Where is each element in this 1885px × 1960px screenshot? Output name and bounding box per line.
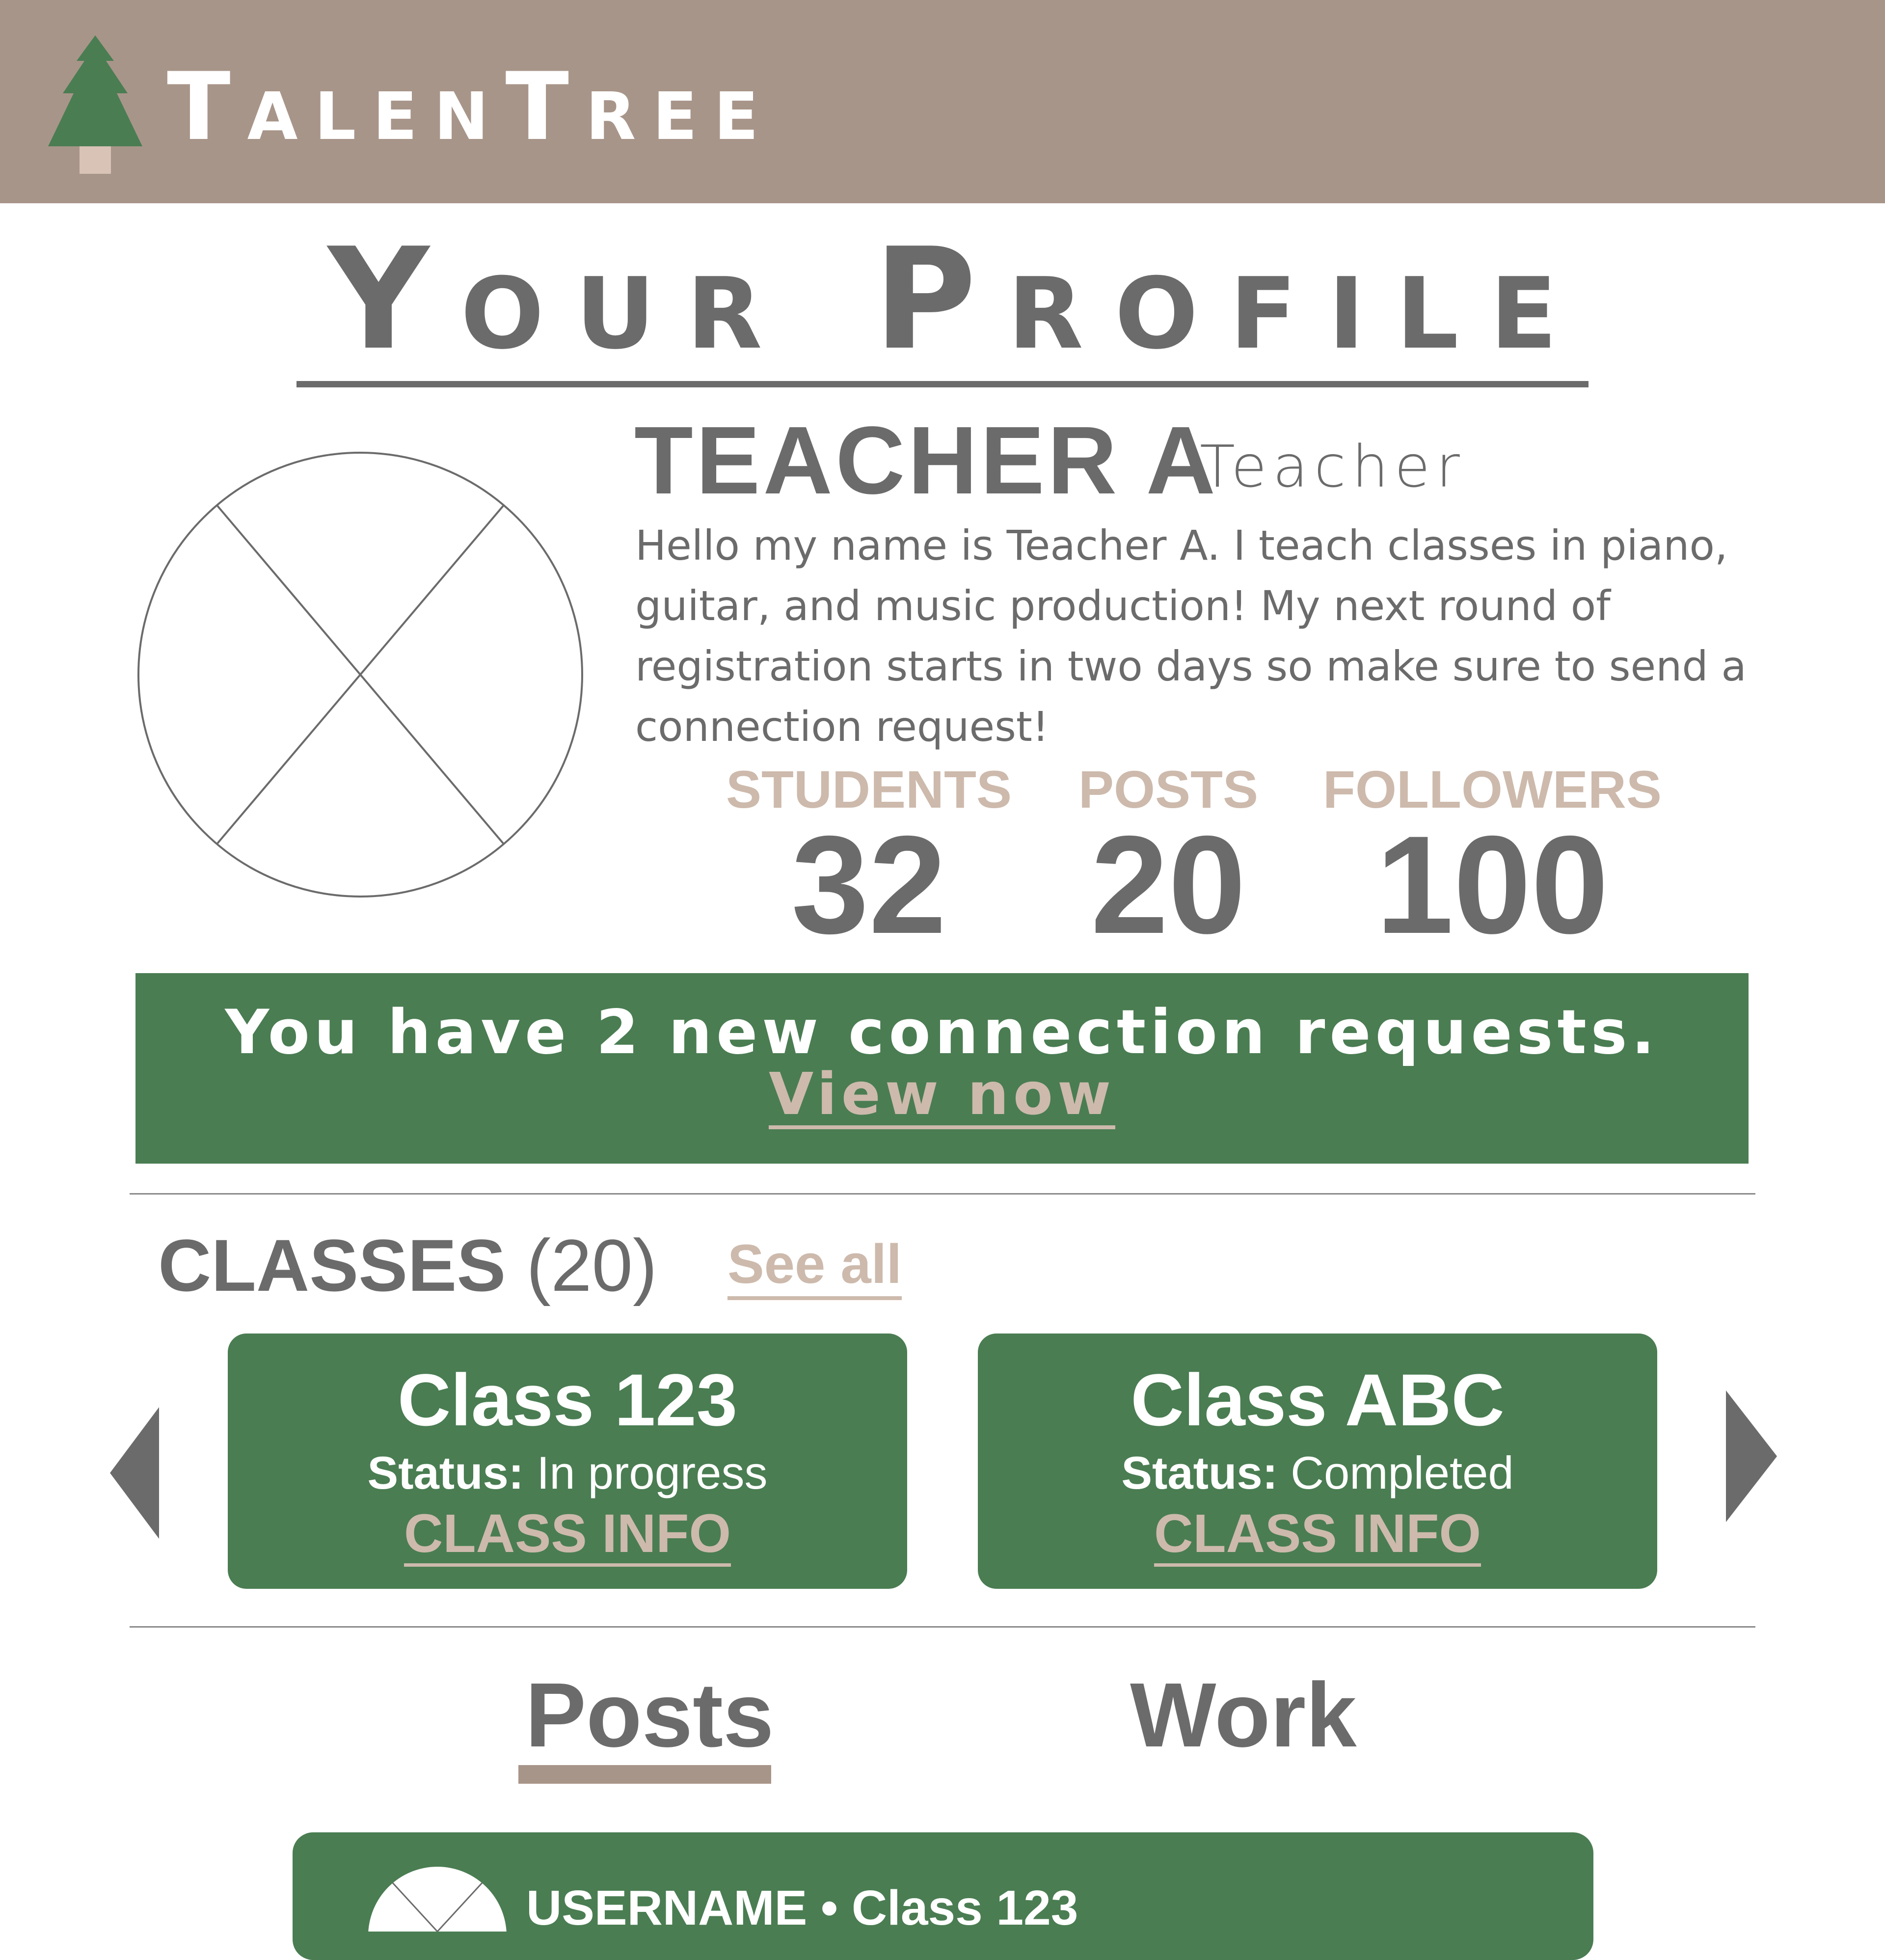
class-info-link[interactable]: CLASS INFO [1154, 1504, 1481, 1567]
class-info-link[interactable]: CLASS INFO [404, 1504, 731, 1567]
section-divider [130, 1193, 1755, 1195]
classes-count: (20) [526, 1224, 657, 1307]
page-title: Your Profile [0, 218, 1885, 387]
active-tab-indicator [518, 1765, 771, 1784]
post-avatar-placeholder [368, 1867, 507, 1932]
view-now-link[interactable]: View now [769, 1062, 1115, 1129]
stat-posts[interactable]: POSTS 20 [1046, 760, 1291, 963]
stat-followers-value: 100 [1376, 807, 1609, 963]
profile-name: TEACHER A [634, 407, 1219, 514]
avatar-placeholder [137, 452, 583, 898]
class-card-status-value: In progress [537, 1447, 768, 1498]
classes-title: CLASSES [158, 1224, 506, 1307]
class-card[interactable]: Class 123 Status: In progress CLASS INFO [228, 1334, 907, 1589]
class-card-status-label: Status: [367, 1447, 524, 1498]
banner-text: You have 2 new connection requests. [225, 997, 1659, 1068]
class-card-status: Status: Completed [978, 1443, 1657, 1502]
section-divider [130, 1626, 1755, 1628]
classes-heading: CLASSES (20) [158, 1224, 657, 1307]
connection-requests-banner: You have 2 new connection requests. View… [135, 973, 1749, 1164]
stat-students[interactable]: STUDENTS 32 [707, 760, 1031, 963]
carousel-next-arrow-icon[interactable] [1726, 1390, 1777, 1522]
tab-posts[interactable]: Posts [525, 1666, 774, 1765]
profile-role: Teacher [1200, 433, 1466, 500]
stat-followers[interactable]: FOLLOWERS 100 [1320, 760, 1664, 963]
class-card-name: Class ABC [1131, 1359, 1505, 1441]
class-card-name: Class 123 [397, 1359, 738, 1441]
page-title-text: Your Profile [296, 218, 1589, 387]
class-card[interactable]: Class ABC Status: Completed CLASS INFO [978, 1334, 1657, 1589]
tab-work[interactable]: Work [1130, 1666, 1357, 1765]
profile-bio: Hello my name is Teacher A. I teach clas… [635, 521, 1747, 751]
stat-posts-value: 20 [1091, 807, 1246, 963]
brand-name[interactable]: TalenTree [167, 53, 775, 161]
tree-logo-icon[interactable] [48, 35, 142, 174]
class-card-status: Status: In progress [228, 1443, 907, 1502]
class-card-status-value: Completed [1291, 1447, 1514, 1498]
carousel-prev-arrow-icon[interactable] [110, 1407, 159, 1539]
post-meta: USERNAME • Class 123 [526, 1880, 1078, 1935]
see-all-link[interactable]: See all [727, 1232, 902, 1300]
class-card-status-label: Status: [1121, 1447, 1278, 1498]
stat-students-value: 32 [791, 807, 946, 963]
